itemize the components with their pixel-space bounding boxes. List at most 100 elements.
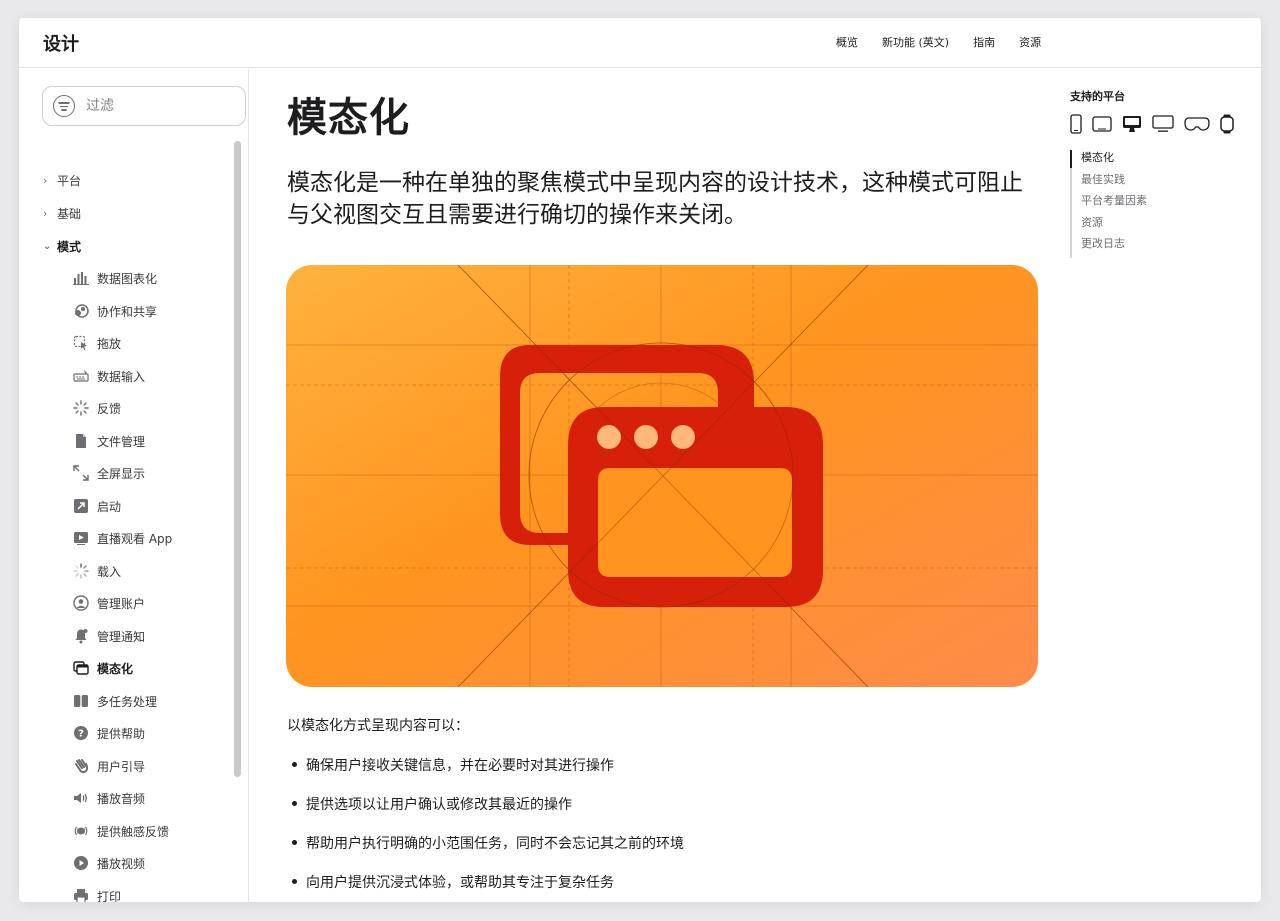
sidebar-scrollbar[interactable]	[233, 141, 242, 777]
sidebar-item-playing-video[interactable]: 播放视频	[73, 854, 145, 872]
toc-active-marker	[1070, 150, 1072, 168]
sidebar-item-offering-help[interactable]: ? 提供帮助	[73, 724, 145, 742]
sidebar-item-label: 数据输入	[97, 369, 146, 384]
top-navigation-bar: 设计 概览 新功能 (英文) 指南 资源	[19, 18, 1261, 68]
platform-icons	[1070, 113, 1250, 135]
supported-platforms-title: 支持的平台	[1070, 90, 1125, 103]
sidebar-item-label: 管理账户	[97, 596, 146, 611]
sidebar-category-label: 基础	[57, 207, 82, 221]
sidebar-item-charting-data[interactable]: 数据图表化	[73, 269, 157, 287]
tv-icon[interactable]	[1152, 115, 1174, 133]
hero-image	[286, 265, 1038, 687]
list-item: 确保用户接收关键信息，并在必要时对其进行操作	[292, 755, 684, 794]
sidebar-item-modality[interactable]: 模态化	[73, 659, 133, 677]
filter-box[interactable]	[42, 86, 246, 126]
vision-pro-icon[interactable]	[1184, 116, 1210, 132]
sidebar-item-label: 打印	[97, 889, 122, 903]
speaker-icon	[73, 790, 89, 806]
haptics-icon	[73, 823, 89, 839]
split-view-icon	[73, 693, 89, 709]
sidebar-category-platforms[interactable]: › 平台	[43, 172, 81, 189]
collaboration-icon	[73, 303, 89, 319]
page-intro: 模态化是一种在单独的聚焦模式中呈现内容的设计技术，这种模式可阻止与父视图交互且需…	[287, 170, 1023, 228]
play-circle-icon	[73, 855, 89, 871]
sidebar-scrollbar-thumb[interactable]	[234, 141, 241, 777]
list-item: 向用户提供沉浸式体验，或帮助其专注于复杂任务	[292, 872, 684, 902]
toc-link-resources[interactable]: 资源	[1081, 215, 1147, 237]
benefits-list: 确保用户接收关键信息，并在必要时对其进行操作 提供选项以让用户确认或修改其最近的…	[292, 755, 684, 902]
sidebar-item-label: 启动	[97, 499, 122, 514]
nav-overview-link[interactable]: 概览	[836, 34, 858, 50]
launch-arrow-icon	[73, 498, 89, 514]
sidebar-item-file-management[interactable]: 文件管理	[73, 432, 145, 450]
brand-title[interactable]: 设计	[43, 30, 79, 56]
main-content: 模态化 模态化是一种在单独的聚焦模式中呈现内容的设计技术，这种模式可阻止与父视图…	[250, 69, 1050, 902]
sidebar-category-label: 平台	[57, 174, 82, 188]
sidebar-item-label: 文件管理	[97, 434, 146, 449]
toc-link-modality[interactable]: 模态化	[1081, 150, 1147, 172]
sidebar-item-going-full-screen[interactable]: 全屏显示	[73, 464, 145, 482]
sidebar-item-loading[interactable]: 载入	[73, 562, 121, 580]
sidebar-item-playing-haptics[interactable]: 提供触感反馈	[73, 822, 169, 840]
sidebar-item-label: 提供触感反馈	[97, 824, 170, 839]
sidebar-item-live-viewing-apps[interactable]: 直播观看 App	[73, 529, 172, 547]
sidebar-item-label: 提供帮助	[97, 726, 146, 741]
sidebar-item-label: 载入	[97, 564, 122, 579]
table-of-contents: 模态化 最佳实践 平台考量因素 资源 更改日志	[1070, 150, 1147, 258]
sidebar-item-label: 数据图表化	[97, 271, 158, 286]
watch-icon[interactable]	[1220, 114, 1234, 134]
filter-icon	[53, 95, 75, 117]
sidebar-item-entering-data[interactable]: 数据输入	[73, 367, 145, 385]
modal-windows-icon	[73, 660, 89, 676]
mac-icon[interactable]	[1122, 115, 1142, 133]
sidebar-item-managing-notifications[interactable]: 管理通知	[73, 627, 145, 645]
sidebar-item-launching[interactable]: 启动	[73, 497, 121, 515]
sidebar-item-playing-audio[interactable]: 播放音频	[73, 789, 145, 807]
list-item: 帮助用户执行明确的小范围任务，同时不会忘记其之前的环境	[292, 833, 684, 872]
waving-hand-icon	[73, 758, 89, 774]
keyboard-icon	[73, 368, 89, 384]
chevron-right-icon: ›	[43, 207, 48, 220]
sidebar-item-label: 多任务处理	[97, 694, 158, 709]
sidebar-item-multitasking[interactable]: 多任务处理	[73, 692, 157, 710]
sidebar-category-patterns[interactable]: ⌄ 模式	[43, 238, 81, 255]
nav-resources-link[interactable]: 资源	[1019, 34, 1041, 50]
list-lead-text: 以模态化方式呈现内容可以：	[287, 718, 469, 734]
question-circle-icon: ?	[73, 725, 89, 741]
svg-text:?: ?	[78, 729, 84, 740]
sidebar-item-label: 反馈	[97, 401, 122, 416]
toc-link-change-log[interactable]: 更改日志	[1081, 236, 1147, 258]
iphone-icon[interactable]	[1070, 114, 1082, 134]
sidebar-item-collaboration[interactable]: 协作和共享	[73, 302, 157, 320]
chart-bars-icon	[73, 270, 89, 286]
sidebar-category-foundations[interactable]: › 基础	[43, 205, 81, 222]
sidebar-item-label: 拖放	[97, 336, 122, 351]
right-rail: 支持的平台 模态化 最佳实践 平台考量因素 资源 更改日志	[1070, 88, 1250, 258]
sidebar-item-printing[interactable]: 打印	[73, 887, 121, 902]
browser-window: 设计 概览 新功能 (英文) 指南 资源 › 平台 › 基础 ⌄ 模式	[19, 18, 1261, 902]
sidebar-item-feedback[interactable]: 反馈	[73, 399, 121, 417]
toc-link-platform-considerations[interactable]: 平台考量因素	[1081, 193, 1147, 215]
sidebar-item-label: 播放视频	[97, 856, 146, 871]
sidebar-item-label: 播放音频	[97, 791, 146, 806]
sidebar-item-managing-accounts[interactable]: 管理账户	[73, 594, 145, 612]
toc-link-best-practices[interactable]: 最佳实践	[1081, 172, 1147, 194]
sidebar-item-drag-and-drop[interactable]: 拖放	[73, 334, 121, 352]
bell-icon	[73, 628, 89, 644]
sidebar-item-label: 协作和共享	[97, 304, 158, 319]
document-icon	[73, 433, 89, 449]
sidebar-item-onboarding[interactable]: 用户引导	[73, 757, 145, 775]
nav-guides-link[interactable]: 指南	[973, 34, 995, 50]
loading-spinner-icon	[73, 563, 89, 579]
sidebar-item-label: 用户引导	[97, 759, 146, 774]
nav-whats-new-link[interactable]: 新功能 (英文)	[882, 34, 949, 50]
filter-input[interactable]	[86, 98, 236, 114]
modality-illustration	[286, 265, 1038, 687]
sidebar-category-label: 模式	[57, 240, 82, 254]
sidebar: › 平台 › 基础 ⌄ 模式 数据图表化 协作和共享 拖放 数据输入	[19, 69, 249, 902]
top-nav-links: 概览 新功能 (英文) 指南 资源	[836, 34, 1041, 50]
ipad-icon[interactable]	[1092, 116, 1112, 132]
printer-icon	[73, 888, 89, 902]
page-title: 模态化	[287, 95, 410, 141]
fullscreen-arrows-icon	[73, 465, 89, 481]
